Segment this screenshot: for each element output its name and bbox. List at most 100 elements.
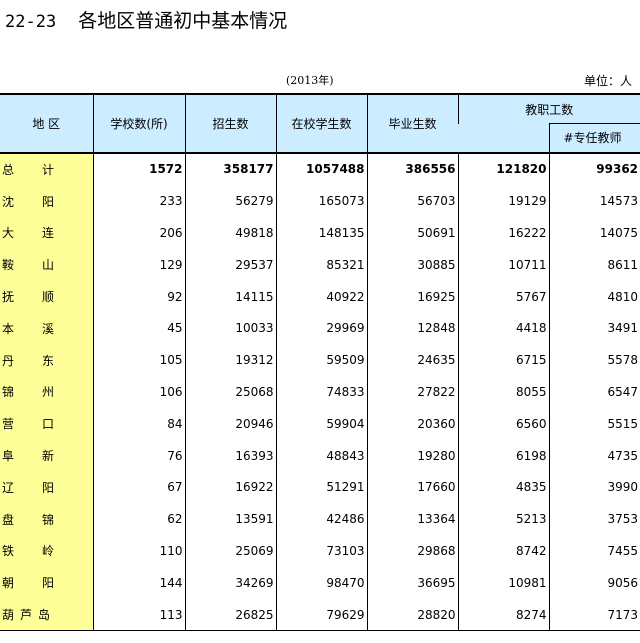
header-schools: 学校数(所) — [92, 93, 185, 153]
region-name-text: 本溪 — [2, 321, 83, 336]
cell-staff: 5213 — [457, 503, 549, 536]
region-name: 朝阳 — [0, 566, 93, 599]
cell-enrollment: 358177 — [184, 151, 276, 186]
cell-schools: 76 — [92, 439, 185, 472]
cell-students: 51291 — [275, 471, 367, 504]
cell-students: 48843 — [275, 439, 367, 472]
cell-enrollment: 10033 — [184, 312, 276, 345]
header-enrollment: 招生数 — [184, 93, 276, 153]
region-name: 盘锦 — [0, 503, 93, 536]
cell-teachers: 9056 — [548, 566, 640, 599]
region-name: 阜新 — [0, 439, 93, 472]
cell-graduates: 36695 — [366, 566, 458, 599]
table-row: 鞍山 129 29537 85321 30885 10711 8611 — [0, 248, 640, 281]
region-name: 总计 — [0, 151, 93, 186]
table-row: 锦州 106 25068 74833 27822 8055 6547 — [0, 376, 640, 408]
cell-enrollment: 56279 — [184, 185, 276, 218]
table-row: 营口 84 20946 59904 20360 6560 5515 — [0, 407, 640, 440]
region-name-text: 大连 — [2, 226, 83, 241]
cell-students: 148135 — [275, 217, 367, 249]
cell-enrollment: 29537 — [184, 248, 276, 281]
cell-schools: 129 — [92, 248, 185, 281]
cell-teachers: 4810 — [548, 280, 640, 313]
cell-teachers: 4735 — [548, 439, 640, 472]
cell-staff: 4835 — [457, 471, 549, 504]
table-body: 总计 1572 358177 1057488 386556 121820 99362 沈阳 23… — [0, 151, 640, 632]
cell-students: 29969 — [275, 312, 367, 345]
region-name: 丹东 — [0, 344, 93, 377]
region-name: 鞍山 — [0, 248, 93, 281]
cell-enrollment: 49818 — [184, 217, 276, 249]
cell-schools: 110 — [92, 535, 185, 567]
cell-teachers: 3753 — [548, 503, 640, 536]
region-name: 锦州 — [0, 376, 93, 408]
cell-graduates: 56703 — [366, 185, 458, 218]
region-name: 营口 — [0, 407, 93, 440]
header-graduates: 毕业生数 — [366, 93, 458, 153]
table-row: 朝阳 144 34269 98470 36695 10981 9056 — [0, 566, 640, 599]
cell-students: 40922 — [275, 280, 367, 313]
cell-schools: 1572 — [92, 151, 185, 186]
cell-enrollment: 25069 — [184, 535, 276, 567]
table-number: 22-23 — [5, 12, 57, 32]
cell-schools: 92 — [92, 280, 185, 313]
region-name: 辽阳 — [0, 471, 93, 504]
region-name: 铁岭 — [0, 535, 93, 567]
region-name-text: 盘锦 — [2, 512, 83, 527]
header-region: 地 区 — [0, 93, 93, 153]
cell-teachers: 14573 — [548, 185, 640, 218]
unit-label: 单位：人 — [584, 74, 633, 88]
cell-graduates: 16925 — [366, 280, 458, 313]
cell-teachers: 5578 — [548, 344, 640, 377]
cell-graduates: 20360 — [366, 407, 458, 440]
region-name-text: 抚顺 — [2, 290, 83, 305]
cell-enrollment: 14115 — [184, 280, 276, 313]
cell-schools: 62 — [92, 503, 185, 536]
cell-enrollment: 34269 — [184, 566, 276, 599]
region-name-text: 总计 — [2, 162, 83, 177]
cell-schools: 113 — [92, 598, 185, 632]
cell-staff: 16222 — [457, 217, 549, 249]
cell-staff: 10711 — [457, 248, 549, 281]
cell-schools: 105 — [92, 344, 185, 377]
cell-graduates: 24635 — [366, 344, 458, 377]
cell-graduates: 50691 — [366, 217, 458, 249]
cell-graduates: 28820 — [366, 598, 458, 632]
year-label: (2013年) — [286, 74, 334, 87]
region-name: 抚顺 — [0, 280, 93, 313]
region-name-text: 锦州 — [2, 385, 83, 400]
cell-teachers: 99362 — [548, 151, 640, 186]
cell-students: 73103 — [275, 535, 367, 567]
cell-staff: 8274 — [457, 598, 549, 632]
cell-schools: 233 — [92, 185, 185, 218]
cell-graduates: 29868 — [366, 535, 458, 567]
cell-enrollment: 16922 — [184, 471, 276, 504]
cell-enrollment: 19312 — [184, 344, 276, 377]
header-students: 在校学生数 — [275, 93, 367, 153]
cell-graduates: 13364 — [366, 503, 458, 536]
cell-teachers: 14075 — [548, 217, 640, 249]
cell-teachers: 6547 — [548, 376, 640, 408]
cell-graduates: 19280 — [366, 439, 458, 472]
region-name-text: 辽阳 — [2, 480, 83, 495]
cell-students: 85321 — [275, 248, 367, 281]
table-row: 丹东 105 19312 59509 24635 6715 5578 — [0, 344, 640, 377]
cell-staff: 5767 — [457, 280, 549, 313]
cell-graduates: 30885 — [366, 248, 458, 281]
cell-students: 79629 — [275, 598, 367, 632]
cell-teachers: 5515 — [548, 407, 640, 440]
region-name-text: 丹东 — [2, 353, 83, 368]
region-name: 葫芦岛 — [0, 598, 93, 632]
cell-students: 74833 — [275, 376, 367, 408]
region-name-text: 铁岭 — [2, 544, 83, 559]
cell-schools: 206 — [92, 217, 185, 249]
page-title: 22-23 各地区普通初中基本情况 — [5, 6, 287, 33]
table-row: 沈阳 233 56279 165073 56703 19129 14573 — [0, 185, 640, 218]
table-row: 盘锦 62 13591 42486 13364 5213 3753 — [0, 503, 640, 536]
cell-graduates: 386556 — [366, 151, 458, 186]
cell-staff: 19129 — [457, 185, 549, 218]
region-name: 沈阳 — [0, 185, 93, 218]
cell-students: 59904 — [275, 407, 367, 440]
table-row: 铁岭 110 25069 73103 29868 8742 7455 — [0, 535, 640, 567]
table-row: 大连 206 49818 148135 50691 16222 14075 — [0, 217, 640, 249]
